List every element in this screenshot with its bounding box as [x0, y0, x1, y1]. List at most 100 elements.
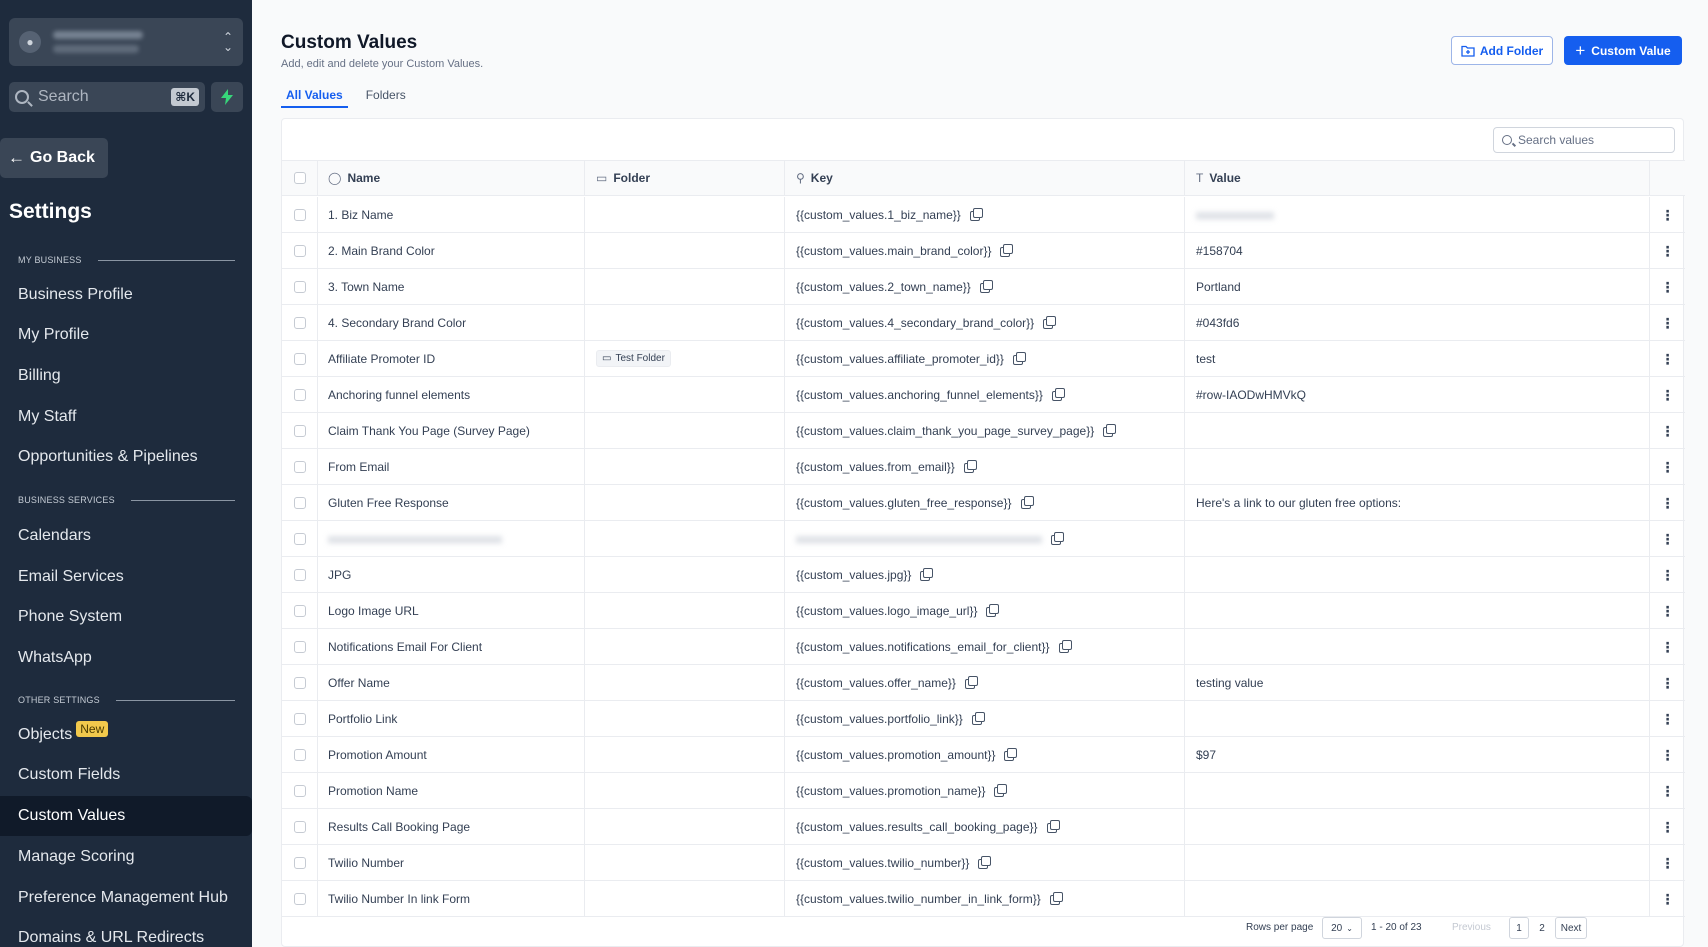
row-checkbox[interactable] [293, 208, 306, 221]
copy-icon[interactable] [994, 784, 1008, 797]
copy-icon[interactable] [979, 280, 993, 293]
more-options-icon[interactable]: ⋮ [1661, 496, 1675, 510]
row-checkbox[interactable] [293, 352, 306, 365]
sidebar-item-email-services[interactable]: Email Services [0, 557, 252, 597]
tab-all-values[interactable]: All Values [281, 88, 348, 108]
more-options-icon[interactable]: ⋮ [1661, 388, 1675, 402]
folder-chip[interactable]: ▭ Test Folder [596, 350, 671, 367]
more-options-icon[interactable]: ⋮ [1661, 244, 1675, 258]
more-options-icon[interactable]: ⋮ [1661, 676, 1675, 690]
table-row[interactable]: xxxxxxxxxxxxxxxxxxxxxxxxxxxxx xxxxxxxxxxx… [282, 521, 1685, 557]
page-1-button[interactable]: 1 [1509, 917, 1529, 939]
copy-icon[interactable] [920, 568, 934, 581]
copy-icon[interactable] [1046, 820, 1060, 833]
more-options-icon[interactable]: ⋮ [1661, 604, 1675, 618]
table-row[interactable]: Anchoring funnel elements {{custom_values… [282, 377, 1685, 413]
row-checkbox[interactable] [293, 892, 306, 905]
sidebar-item-business-profile[interactable]: Business Profile [0, 275, 252, 315]
row-checkbox[interactable] [293, 244, 306, 257]
table-row[interactable]: 3. Town Name {{custom_values.2_town_name}… [282, 269, 1685, 305]
table-row[interactable]: 1. Biz Name {{custom_values.1_biz_name}} x… [282, 197, 1685, 233]
copy-icon[interactable] [1020, 496, 1034, 509]
add-custom-value-button[interactable]: + Custom Value [1564, 36, 1682, 65]
copy-icon[interactable] [986, 604, 1000, 617]
row-checkbox[interactable] [293, 280, 306, 293]
sidebar-item-calendars[interactable]: Calendars [0, 516, 252, 556]
next-page-button[interactable]: Next [1555, 917, 1587, 939]
more-options-icon[interactable]: ⋮ [1661, 856, 1675, 870]
row-checkbox[interactable] [293, 640, 306, 653]
select-all-checkbox[interactable] [293, 172, 306, 184]
table-row[interactable]: Affiliate Promoter ID ▭ Test Folder {{custo… [282, 341, 1685, 377]
sidebar-item-whatsapp[interactable]: WhatsApp [0, 638, 252, 678]
sidebar-item-custom-fields[interactable]: Custom Fields [0, 755, 252, 795]
table-row[interactable]: From Email {{custom_values.from_email}} ⋮ [282, 449, 1685, 485]
copy-icon[interactable] [969, 208, 983, 221]
row-checkbox[interactable] [293, 496, 306, 509]
row-checkbox[interactable] [293, 532, 306, 545]
more-options-icon[interactable]: ⋮ [1661, 748, 1675, 762]
sidebar-item-domains[interactable]: Domains & URL Redirects [0, 918, 252, 947]
table-row[interactable]: Notifications Email For Client {{custom_v… [282, 629, 1685, 665]
table-row[interactable]: Portfolio Link {{custom_values.portfolio_… [282, 701, 1685, 737]
more-options-icon[interactable]: ⋮ [1661, 892, 1675, 906]
sidebar-search[interactable]: Search ⌘K [9, 82, 205, 112]
add-folder-button[interactable]: Add Folder [1451, 36, 1553, 65]
more-options-icon[interactable]: ⋮ [1661, 208, 1675, 222]
search-values-input[interactable]: Search values [1493, 127, 1675, 153]
more-options-icon[interactable]: ⋮ [1661, 820, 1675, 834]
page-2-button[interactable]: 2 [1532, 917, 1552, 939]
sidebar-item-manage-scoring[interactable]: Manage Scoring [0, 837, 252, 877]
column-name[interactable]: ◯ Name [318, 161, 585, 195]
table-row[interactable]: Claim Thank You Page (Survey Page) {{cust… [282, 413, 1685, 449]
table-row[interactable]: Results Call Booking Page {{custom_values… [282, 809, 1685, 845]
copy-icon[interactable] [971, 712, 985, 725]
previous-page-button[interactable]: Previous [1452, 922, 1491, 933]
table-row[interactable]: Promotion Name {{custom_values.promotion_… [282, 773, 1685, 809]
more-options-icon[interactable]: ⋮ [1661, 352, 1675, 366]
row-checkbox[interactable] [293, 856, 306, 869]
row-checkbox[interactable] [293, 568, 306, 581]
row-checkbox[interactable] [293, 424, 306, 437]
copy-icon[interactable] [1049, 892, 1063, 905]
row-checkbox[interactable] [293, 388, 306, 401]
copy-icon[interactable] [1051, 388, 1065, 401]
more-options-icon[interactable]: ⋮ [1661, 424, 1675, 438]
row-checkbox[interactable] [293, 676, 306, 689]
column-key[interactable]: ⚲ Key [785, 161, 1185, 195]
copy-icon[interactable] [1051, 532, 1064, 545]
table-row[interactable]: 2. Main Brand Color {{custom_values.main_… [282, 233, 1685, 269]
rows-per-page-select[interactable]: 20 ⌄ [1322, 917, 1362, 939]
copy-icon[interactable] [1103, 424, 1117, 437]
row-checkbox[interactable] [293, 748, 306, 761]
row-checkbox[interactable] [293, 712, 306, 725]
table-row[interactable]: Gluten Free Response {{custom_values.glut… [282, 485, 1685, 521]
sidebar-item-objects[interactable]: Objects New [0, 715, 252, 755]
table-row[interactable]: Logo Image URL {{custom_values.logo_image… [282, 593, 1685, 629]
tab-folders[interactable]: Folders [366, 88, 406, 108]
copy-icon[interactable] [1000, 244, 1014, 257]
column-folder[interactable]: ▭ Folder [585, 161, 785, 195]
sidebar-item-opportunities[interactable]: Opportunities & Pipelines [0, 437, 252, 477]
row-checkbox[interactable] [293, 316, 306, 329]
go-back-button[interactable]: ← Go Back [0, 138, 108, 178]
search-input[interactable]: Search [38, 88, 171, 106]
copy-icon[interactable] [1004, 748, 1018, 761]
table-row[interactable]: Twilio Number In link Form {{custom_value… [282, 881, 1685, 917]
row-checkbox[interactable] [293, 604, 306, 617]
copy-icon[interactable] [1058, 640, 1072, 653]
sidebar-item-phone-system[interactable]: Phone System [0, 597, 252, 637]
row-checkbox[interactable] [293, 820, 306, 833]
more-options-icon[interactable]: ⋮ [1661, 712, 1675, 726]
copy-icon[interactable] [963, 460, 977, 473]
more-options-icon[interactable]: ⋮ [1661, 280, 1675, 294]
table-row[interactable]: Promotion Amount {{custom_values.promotio… [282, 737, 1685, 773]
table-row[interactable]: 4. Secondary Brand Color {{custom_values.… [282, 305, 1685, 341]
sidebar-item-preference-hub[interactable]: Preference Management Hub [0, 878, 252, 918]
row-checkbox[interactable] [293, 784, 306, 797]
sidebar-item-my-staff[interactable]: My Staff [0, 397, 252, 437]
sidebar-item-my-profile[interactable]: My Profile [0, 315, 252, 355]
sidebar-item-billing[interactable]: Billing [0, 356, 252, 396]
row-checkbox[interactable] [293, 460, 306, 473]
quick-action-button[interactable] [211, 82, 243, 112]
